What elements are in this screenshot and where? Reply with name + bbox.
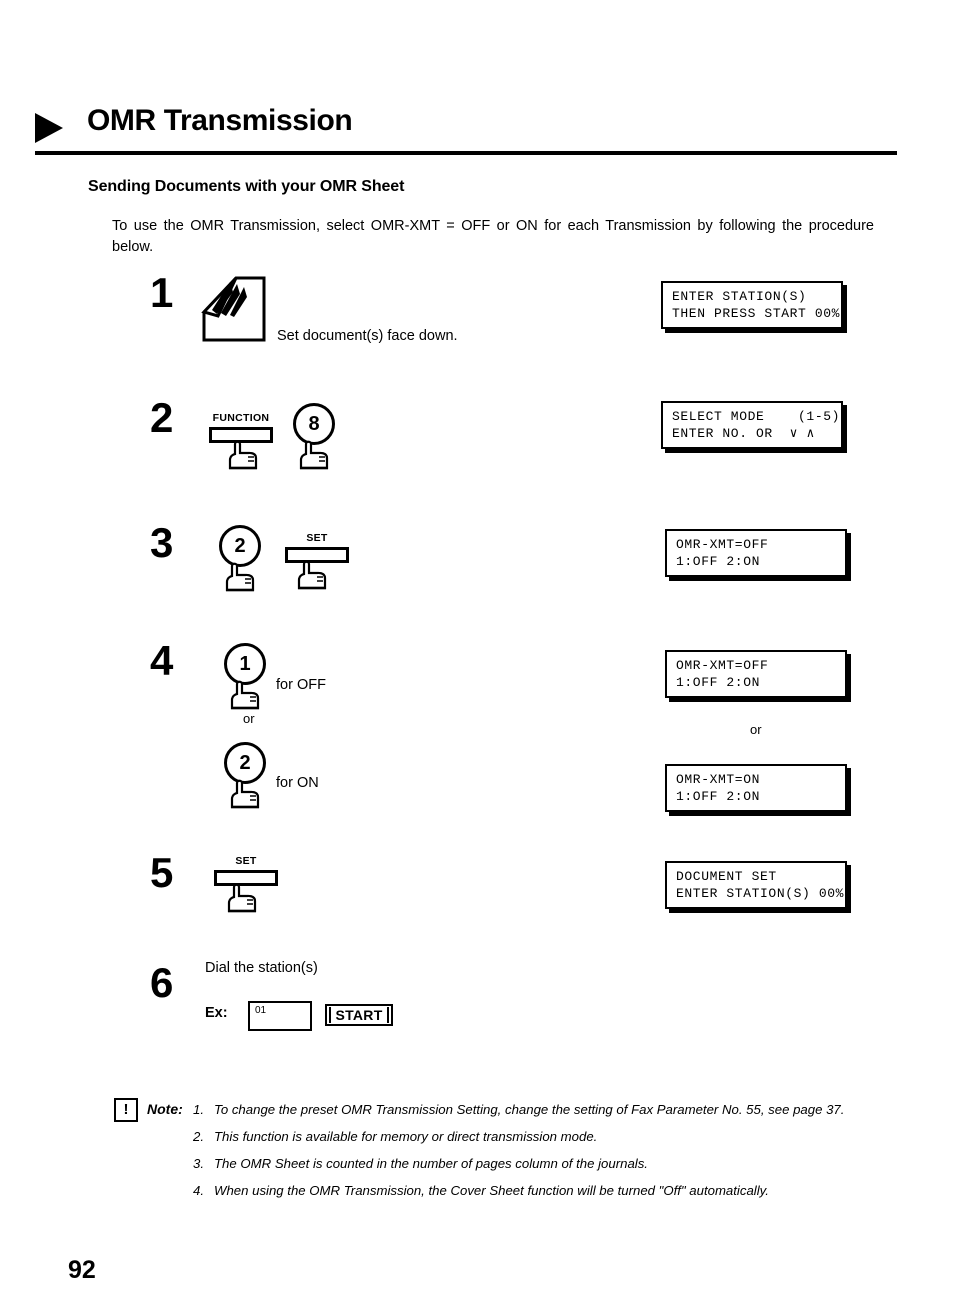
step-1-caption: Set document(s) face down. (277, 328, 458, 344)
step-2-number: 2 (150, 394, 174, 441)
intro-paragraph: To use the OMR Transmission, select OMR-… (112, 218, 874, 255)
exclamation-icon: ! (114, 1098, 138, 1122)
title-arrow-icon (35, 113, 63, 143)
page-header: OMR Transmission (35, 104, 897, 160)
function-key-label: FUNCTION (212, 412, 270, 424)
page-title: OMR Transmission (87, 104, 353, 137)
lcd-step-4-off: OMR-XMT=OFF 1:OFF 2:ON (665, 650, 847, 698)
note-item: 4. When using the OMR Transmission, the … (193, 1181, 865, 1200)
step-3-number: 3 (150, 519, 174, 566)
step-4-or-label: or (243, 711, 255, 726)
lcd-step-1: ENTER STATION(S) THEN PRESS START 00% (661, 281, 843, 329)
example-label: Ex: (205, 1005, 228, 1021)
title-divider (35, 151, 897, 155)
step-6-number: 6 (150, 959, 174, 1006)
note-number: 1. (193, 1102, 204, 1117)
pointing-hand-icon (226, 440, 260, 470)
step-4-caption-on: for ON (276, 775, 319, 791)
numeric-key-2[interactable]: 2 (224, 742, 266, 784)
step-4-caption-off: for OFF (276, 677, 326, 693)
lcd-step-2: SELECT MODE (1-5) ENTER NO. OR ∨ ∧ (661, 401, 843, 449)
note-number: 4. (193, 1183, 204, 1198)
step-4-number: 4 (150, 637, 174, 684)
note-item: 2. This function is available for memory… (193, 1127, 865, 1146)
lcd-step-3: OMR-XMT=OFF 1:OFF 2:ON (665, 529, 847, 577)
numeric-key-1[interactable]: 1 (224, 643, 266, 685)
document-tray-icon (200, 270, 272, 342)
note-text: This function is available for memory or… (214, 1129, 598, 1144)
note-text: The OMR Sheet is counted in the number o… (214, 1156, 648, 1171)
pointing-hand-icon (295, 560, 329, 590)
pointing-hand-icon (225, 883, 259, 913)
station-number-value: 01 (255, 1005, 267, 1016)
numeric-key-8[interactable]: 8 (293, 403, 335, 445)
note-label: Note: (147, 1101, 183, 1117)
step-6-caption: Dial the station(s) (205, 960, 318, 976)
step-1-number: 1 (150, 269, 174, 316)
set-key-label: SET (235, 855, 257, 867)
station-number-input[interactable]: 01 (248, 1001, 312, 1031)
note-text: When using the OMR Transmission, the Cov… (214, 1183, 769, 1198)
set-key-label: SET (306, 532, 328, 544)
lcd-step-5: DOCUMENT SET ENTER STATION(S) 00% (665, 861, 847, 909)
pointing-hand-icon (223, 562, 257, 592)
notes-list: 1. To change the preset OMR Transmission… (193, 1100, 865, 1208)
note-item: 1. To change the preset OMR Transmission… (193, 1100, 865, 1119)
note-number: 2. (193, 1129, 204, 1144)
lcd-step-4-on: OMR-XMT=ON 1:OFF 2:ON (665, 764, 847, 812)
pointing-hand-icon (228, 680, 262, 710)
section-heading: Sending Documents with your OMR Sheet (88, 178, 405, 195)
page-number: 92 (68, 1256, 96, 1284)
step-5-number: 5 (150, 849, 174, 896)
start-button[interactable]: START (325, 1004, 393, 1026)
note-number: 3. (193, 1156, 204, 1171)
lcd-step-4-or-label: or (750, 722, 762, 737)
pointing-hand-icon (228, 779, 262, 809)
note-text: To change the preset OMR Transmission Se… (214, 1102, 845, 1117)
note-item: 3. The OMR Sheet is counted in the numbe… (193, 1154, 865, 1173)
pointing-hand-icon (297, 440, 331, 470)
numeric-key-2[interactable]: 2 (219, 525, 261, 567)
